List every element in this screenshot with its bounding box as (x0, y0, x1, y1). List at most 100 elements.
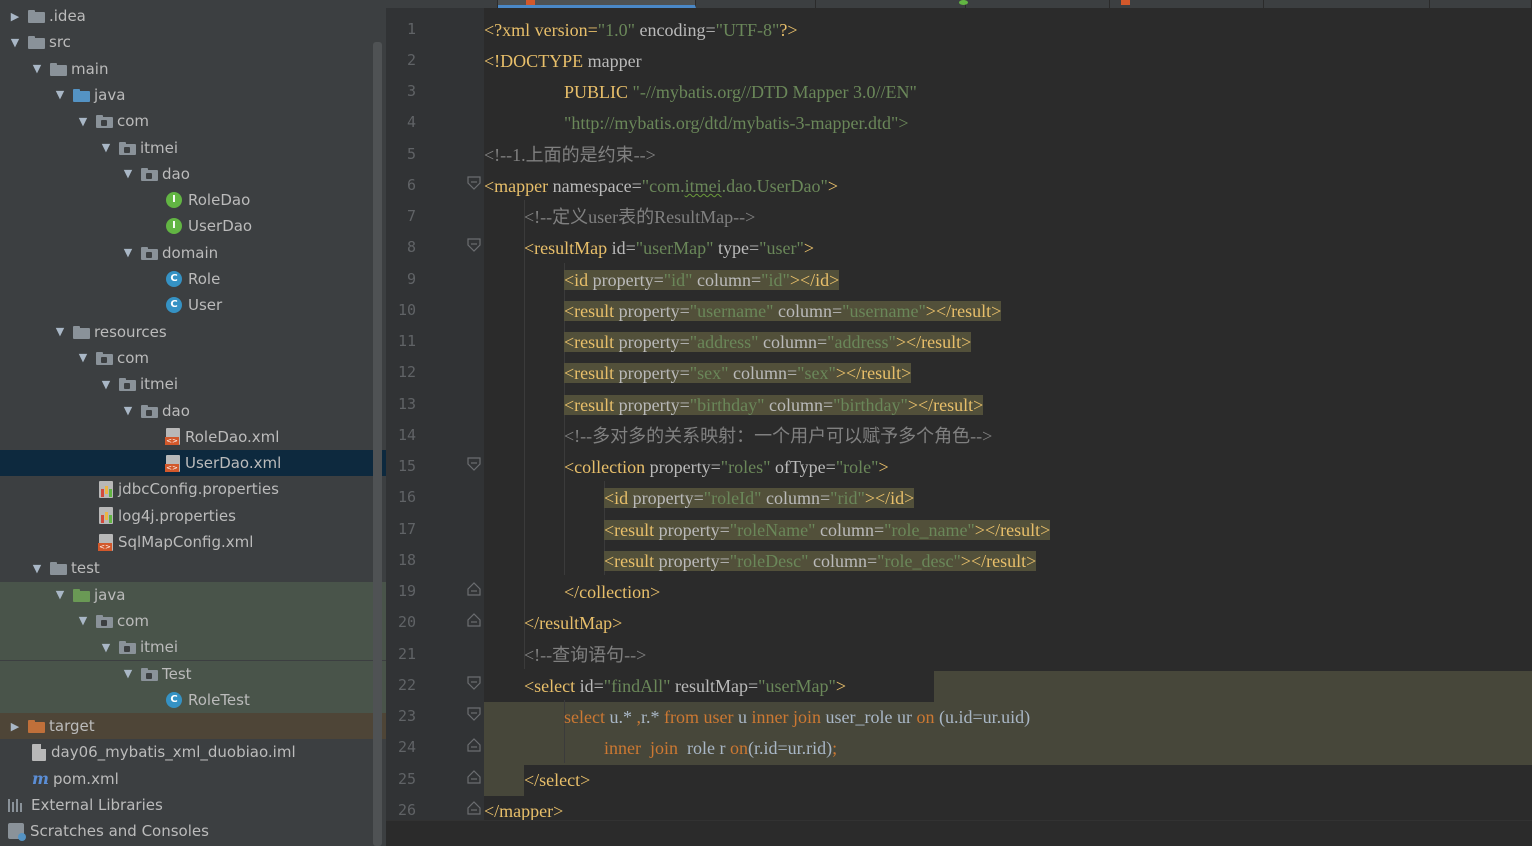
collapse-arrow-icon[interactable]: ▼ (76, 614, 90, 627)
tree-row[interactable]: ▼ itmei (0, 135, 386, 161)
fold-close-icon[interactable] (466, 581, 482, 597)
test-root-folder-icon (73, 588, 90, 602)
code-line[interactable]: PUBLIC "-//mybatis.org//DTD Mapper 3.0//… (484, 77, 1532, 108)
editor-tab[interactable] (1430, 0, 1532, 8)
code-line[interactable]: <result property="roleName" column="role… (484, 515, 1532, 546)
fold-open-icon[interactable] (466, 675, 482, 691)
code-line[interactable]: <!DOCTYPE mapper (484, 46, 1532, 77)
expand-arrow-icon[interactable]: ▶ (8, 10, 22, 23)
code-line[interactable]: <mapper namespace="com.itmei.dao.UserDao… (484, 171, 1532, 202)
tree-row[interactable]: ▼ main (0, 56, 386, 82)
fold-close-icon[interactable] (466, 737, 482, 753)
tree-row[interactable]: SqlMapConfig.xml (0, 529, 386, 555)
collapse-arrow-icon[interactable]: ▼ (53, 588, 67, 601)
tree-row[interactable]: UserDao.xml (0, 450, 386, 477)
code-line[interactable]: <select id="findAll" resultMap="userMap"… (484, 671, 1532, 702)
code-editor[interactable]: 1 2 3 4 5 6 7 8 9 10 11 12 13 14 15 16 17 18 19 20 21 22 23 24 2… (386, 0, 1532, 846)
code-line[interactable]: <!--查询语句--> (484, 640, 1532, 671)
tree-row[interactable]: ▼ java (0, 82, 386, 108)
tree-row[interactable]: ▼ dao (0, 161, 386, 187)
editor-tab[interactable] (1264, 0, 1430, 8)
tree-row[interactable]: ▼ dao (0, 398, 386, 424)
collapse-arrow-icon[interactable]: ▼ (99, 141, 113, 154)
code-line[interactable]: "http://mybatis.org/dtd/mybatis-3-mapper… (484, 108, 1532, 139)
code-line[interactable]: <result property="roleDesc" column="role… (484, 546, 1532, 577)
code-line[interactable]: <!--1.上面的是约束--> (484, 140, 1532, 171)
code-line[interactable]: <!--定义user表的ResultMap--> (484, 202, 1532, 233)
tree-row[interactable]: log4j.properties (0, 503, 386, 529)
code-token: "roles" (720, 457, 771, 477)
code-line[interactable]: <?xml version="1.0" encoding="UTF-8"?> (484, 15, 1532, 46)
fold-close-icon[interactable] (466, 612, 482, 628)
tree-row[interactable]: m pom.xml (0, 766, 386, 792)
editor-tab[interactable] (966, 0, 1110, 8)
tree-row[interactable]: ▼ com (0, 345, 386, 371)
code-line[interactable]: <result property="birthday" column="birt… (484, 390, 1532, 421)
code-line[interactable]: <id property="roleId" column="rid"></id> (484, 483, 1532, 514)
collapse-arrow-icon[interactable]: ▼ (76, 115, 90, 128)
tree-row[interactable]: C RoleTest (0, 686, 386, 713)
collapse-arrow-icon[interactable]: ▼ (8, 36, 22, 49)
collapse-arrow-icon[interactable]: ▼ (121, 167, 135, 180)
code-line[interactable]: </resultMap> (484, 608, 1532, 639)
tree-row[interactable]: RoleDao.xml (0, 424, 386, 450)
code-line[interactable]: </collection> (484, 577, 1532, 608)
tree-row[interactable]: ▼ java (0, 581, 386, 608)
collapse-arrow-icon[interactable]: ▼ (99, 378, 113, 391)
tree-row[interactable]: External Libraries (0, 792, 386, 818)
code-token: <!--多对多的关系映射：一个用户可以赋予多个角色--> (564, 425, 993, 446)
tree-row[interactable]: ▶ .idea (0, 3, 386, 29)
tree-row[interactable]: C Role (0, 266, 386, 292)
collapse-arrow-icon[interactable]: ▼ (121, 246, 135, 259)
tree-row[interactable]: ▼ domain (0, 240, 386, 266)
fold-open-icon[interactable] (466, 706, 482, 722)
code-line[interactable]: <id property="id" column="id"></id> (484, 265, 1532, 296)
tree-row[interactable]: ▶ target (0, 713, 386, 740)
code-line[interactable]: <result property="username" column="user… (484, 296, 1532, 327)
tree-row-label: External Libraries (31, 796, 163, 814)
collapse-arrow-icon[interactable]: ▼ (121, 404, 135, 417)
fold-open-icon[interactable] (466, 456, 482, 472)
tree-row[interactable]: ▼ com (0, 607, 386, 634)
tree-row[interactable]: jdbcConfig.properties (0, 476, 386, 502)
collapse-arrow-icon[interactable]: ▼ (121, 667, 135, 680)
code-token: encoding= (635, 19, 716, 40)
tree-row[interactable]: Scratches and Consoles (0, 818, 386, 844)
code-line[interactable]: <result property="address" column="addre… (484, 327, 1532, 358)
tree-row[interactable]: ▼ resources (0, 319, 386, 345)
fold-open-icon[interactable] (466, 237, 482, 253)
editor-tab[interactable] (1110, 0, 1264, 8)
code-line[interactable]: inner join role r on(r.id=ur.rid); (484, 733, 1532, 764)
tree-row[interactable]: I RoleDao (0, 187, 386, 213)
collapse-arrow-icon[interactable]: ▼ (30, 62, 44, 75)
code-line[interactable]: <resultMap id="userMap" type="user"> (484, 233, 1532, 264)
code-token: select (564, 707, 610, 727)
collapse-arrow-icon[interactable]: ▼ (76, 351, 90, 364)
collapse-arrow-icon[interactable]: ▼ (53, 325, 67, 338)
tree-row[interactable]: ▼ src (0, 29, 386, 55)
code-line[interactable]: <collection property="roles" ofType="rol… (484, 452, 1532, 483)
fold-open-icon[interactable] (466, 175, 482, 191)
tree-row[interactable]: day06_mybatis_xml_duobiao.iml (0, 739, 386, 765)
tree-row[interactable]: ▼ com (0, 108, 386, 134)
collapse-arrow-icon[interactable]: ▼ (53, 88, 67, 101)
tree-row[interactable]: I UserDao (0, 213, 386, 239)
editor-tab[interactable] (816, 0, 966, 8)
code-line[interactable]: select u.* ,r.* from user u inner join u… (484, 702, 1532, 733)
code-line[interactable]: <result property="sex" column="sex"></re… (484, 358, 1532, 389)
fold-close-icon[interactable] (466, 769, 482, 785)
tree-row[interactable]: C User (0, 292, 386, 318)
editor-tab[interactable] (696, 0, 816, 8)
tree-row[interactable]: ▼ itmei (0, 371, 386, 397)
collapse-arrow-icon[interactable]: ▼ (99, 641, 113, 654)
tree-scrollbar[interactable] (373, 42, 382, 846)
code-line[interactable]: <!--多对多的关系映射：一个用户可以赋予多个角色--> (484, 421, 1532, 452)
editor-tab[interactable] (386, 0, 498, 8)
fold-close-icon[interactable] (466, 800, 482, 816)
collapse-arrow-icon[interactable]: ▼ (30, 562, 44, 575)
tree-row[interactable]: ▼ Test (0, 660, 386, 687)
tree-row[interactable]: ▼ test (0, 555, 386, 581)
expand-arrow-icon[interactable]: ▶ (8, 720, 22, 733)
code-line[interactable]: </select> (484, 765, 1532, 796)
tree-row[interactable]: ▼ itmei (0, 634, 386, 661)
